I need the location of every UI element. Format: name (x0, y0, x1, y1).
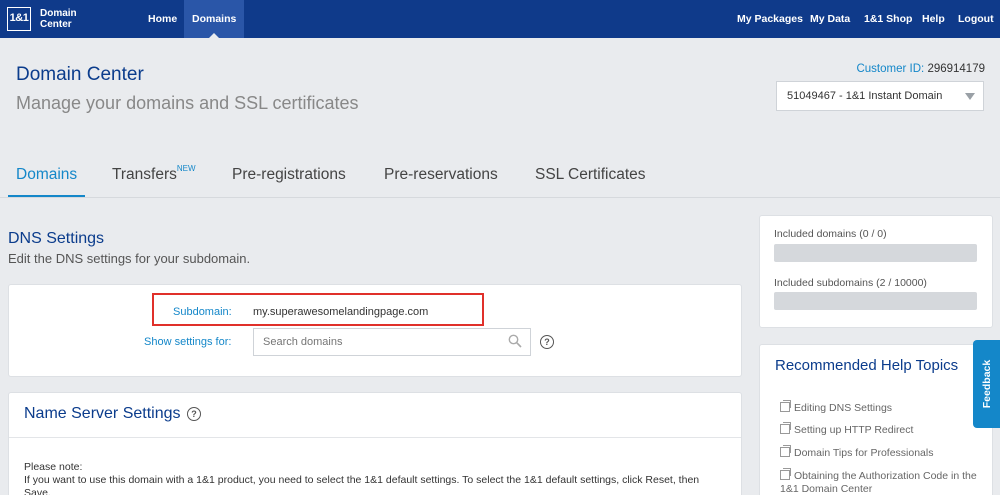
page-subtitle: Manage your domains and SSL certificates (16, 93, 359, 113)
tab-pre-registrations[interactable]: Pre-registrations (232, 166, 346, 184)
included-domains-label: Included domains (0 / 0) (774, 228, 887, 240)
show-settings-label: Show settings for: (144, 336, 232, 348)
nameserver-title: Name Server Settings (24, 405, 181, 422)
tab-ssl-certificates[interactable]: SSL Certificates (535, 166, 646, 184)
brand-logo[interactable]: 1&1 (7, 7, 31, 31)
nameserver-note: Please note: If you want to use this dom… (24, 461, 724, 495)
tab-transfers-label: Transfers (112, 166, 177, 183)
subdomain-highlight (152, 293, 484, 326)
customer-id-value: 296914179 (927, 63, 985, 75)
page-title: Domain Center (16, 64, 144, 85)
help-icon[interactable]: ? (540, 335, 554, 349)
document-icon (780, 400, 791, 412)
nav-domains[interactable]: Domains (184, 0, 245, 38)
dns-settings-description: Edit the DNS settings for your subdomain… (8, 251, 251, 266)
new-badge: NEW (176, 164, 196, 173)
search-domains-input[interactable] (253, 328, 531, 356)
top-nav: 1&1 Domain Center Home Domains My Packag… (0, 0, 1000, 38)
package-select-value: 51049467 - 1&1 Instant Domain (787, 90, 943, 102)
document-icon (780, 445, 791, 457)
help-link-domain-tips[interactable]: Domain Tips for Professionals (780, 445, 933, 460)
dns-settings-title: DNS Settings (8, 230, 105, 247)
nameserver-help-icon[interactable]: ? (187, 407, 201, 421)
package-select[interactable]: 51049467 - 1&1 Instant Domain (776, 81, 984, 111)
document-icon (780, 422, 791, 434)
feedback-label: Feedback (980, 359, 993, 409)
note-text: If you want to use this domain with a 1&… (24, 474, 700, 495)
nav-help[interactable]: Help (922, 0, 945, 38)
customer-id-label: Customer ID: (856, 63, 925, 75)
nameserver-divider (9, 437, 741, 438)
tab-transfers[interactable]: TransfersNEW (112, 164, 196, 184)
help-topics-title: Recommended Help Topics (775, 357, 959, 374)
search-icon[interactable] (508, 334, 522, 348)
nav-shop[interactable]: 1&1 Shop (864, 0, 912, 38)
help-link-editing-dns[interactable]: Editing DNS Settings (780, 400, 892, 415)
included-subdomains-bar (774, 292, 977, 310)
tab-pre-reservations[interactable]: Pre-reservations (384, 166, 498, 184)
customer-id: Customer ID: 296914179 (856, 63, 985, 75)
note-title: Please note: (24, 461, 83, 473)
tab-domains[interactable]: Domains (7, 166, 86, 197)
feedback-button[interactable]: Feedback (973, 340, 1000, 428)
nav-home[interactable]: Home (148, 0, 177, 38)
included-subdomains-label: Included subdomains (2 / 10000) (774, 277, 927, 289)
help-link-http-redirect[interactable]: Setting up HTTP Redirect (780, 422, 913, 437)
document-icon (780, 468, 791, 480)
nav-logout[interactable]: Logout (958, 0, 994, 38)
tabs-divider (0, 197, 1000, 198)
included-domains-bar (774, 244, 977, 262)
chevron-down-icon (965, 93, 975, 100)
help-link-auth-code[interactable]: Obtaining the Authorization Code in the … (780, 468, 980, 495)
nav-my-packages[interactable]: My Packages (737, 0, 803, 38)
nav-my-data[interactable]: My Data (810, 0, 850, 38)
brand-name[interactable]: Domain Center (40, 8, 90, 30)
